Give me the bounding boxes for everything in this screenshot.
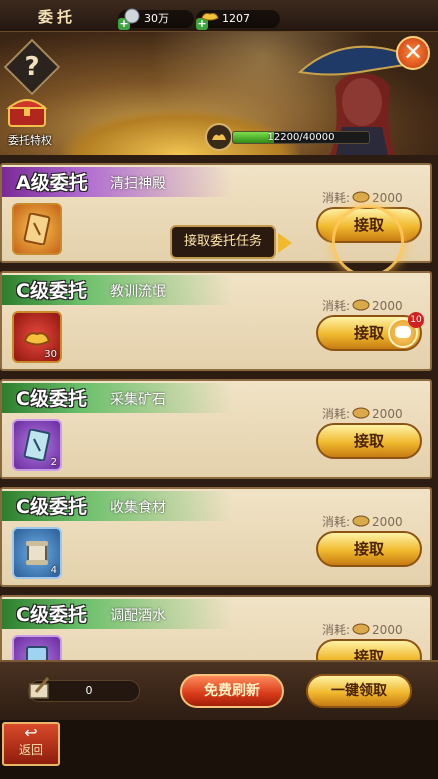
bottom-action-bar: 0 免费刷新 一键领取 [0,660,438,720]
coin-cost-icon [352,407,370,419]
privilege-label: 委托特权 [8,134,52,147]
progress-text: 12200/40000 [267,132,335,143]
commission-card: C级委托 收集食材 4 消耗: 2000 接取 [0,487,432,587]
coin-cost-icon [352,515,370,527]
cost-value: 2000 [372,191,403,205]
treasure-chest-icon [6,99,48,127]
reputation-icon [205,123,233,151]
scroll-icon [26,541,48,565]
gold-ingot-icon [201,13,219,21]
item-count: 4 [50,565,57,576]
privilege-button[interactable]: 委托特权 [6,94,58,154]
grade-label: C级委托 [16,604,87,626]
tutorial-highlight-ring [332,205,404,277]
gold-amount: 1207 [222,12,250,25]
guide-arrow-icon [278,233,292,253]
commission-card: A级委托 清扫神殿 消耗: 2000 接取委托任务 接取 [0,163,432,277]
cost-info: 消耗: 2000 [322,405,403,422]
cost-label: 消耗: [322,407,351,421]
coin-cost-icon [352,191,370,203]
banner: ? 委托特权 ✕ 12200/40000 [0,32,438,155]
quill-scroll-icon [29,677,50,699]
commission-card: C级委托 调配酒水 消耗: 2000 接取 [0,595,432,660]
cost-info: 消耗: 2000 [322,189,403,206]
grade-label: A级委托 [16,172,88,194]
back-label: 返回 [18,743,43,757]
back-button[interactable]: ↩ 返回 [2,722,60,766]
task-name: 教训流氓 [110,284,166,300]
scroll-count: 0 [85,684,93,697]
accept-button[interactable]: 接取 [316,423,422,459]
claim-all-button[interactable]: 一键领取 [306,674,412,708]
grade-label: C级委托 [16,280,87,302]
silver-counter: + 30万 [118,8,194,30]
silver-amount: 30万 [144,12,169,25]
free-refresh-button[interactable]: 免费刷新 [180,674,284,708]
commission-card: C级委托 采集矿石 2 消耗: 2000 接取 [0,379,432,479]
reward-item[interactable] [12,635,62,660]
rune-card-icon [23,429,51,461]
cost-label: 消耗: [322,191,351,205]
coin-cost-icon [352,299,370,311]
page-title: 委托 [38,8,77,26]
accept-button[interactable]: 接取 [316,639,422,660]
task-name: 清扫神殿 [110,176,166,192]
task-name: 收集食材 [110,500,166,516]
silver-icon [124,8,140,24]
reward-item[interactable]: 4 [12,527,62,579]
potion-card-icon [26,646,48,660]
cost-label: 消耗: [322,623,351,637]
item-count: 30 [44,349,57,360]
guide-tooltip: 接取委托任务 [170,225,276,259]
chat-bubble-icon [395,326,411,338]
item-count: 2 [50,457,57,468]
coin-cost-icon [352,623,370,635]
cost-label: 消耗: [322,515,351,529]
chat-badge: 10 [408,312,424,328]
task-name: 采集矿石 [110,392,166,408]
accept-button[interactable]: 接取 [316,531,422,567]
reward-item[interactable]: 30 [12,311,62,363]
cost-info: 消耗: 2000 [322,513,403,530]
task-name: 调配酒水 [110,608,166,624]
cost-value: 2000 [372,407,403,421]
top-bar: 委托 + 30万 + 1207 [0,0,438,32]
commission-list[interactable]: A级委托 清扫神殿 消耗: 2000 接取委托任务 接取 C级委托 教训流氓 30… [0,155,438,660]
grade-label: C级委托 [16,496,87,518]
cost-info: 消耗: 2000 [322,297,403,314]
commission-progress-bar: 12200/40000 [232,131,370,144]
scroll-card-icon [23,213,51,245]
close-button[interactable]: ✕ [396,36,430,70]
commission-card: C级委托 教训流氓 30 消耗: 2000 接取 [0,271,432,371]
return-arrow-icon: ↩ [24,723,38,742]
gold-counter: + 1207 [196,10,280,30]
cost-label: 消耗: [322,299,351,313]
chat-button[interactable]: 10 [388,312,424,348]
reward-item[interactable] [12,203,62,255]
reward-item[interactable]: 2 [12,419,62,471]
cost-value: 2000 [372,623,403,637]
cost-info: 消耗: 2000 [322,621,403,638]
footer: ↩ 返回 [0,720,438,779]
grade-label: C级委托 [16,388,87,410]
cost-value: 2000 [372,515,403,529]
cost-value: 2000 [372,299,403,313]
